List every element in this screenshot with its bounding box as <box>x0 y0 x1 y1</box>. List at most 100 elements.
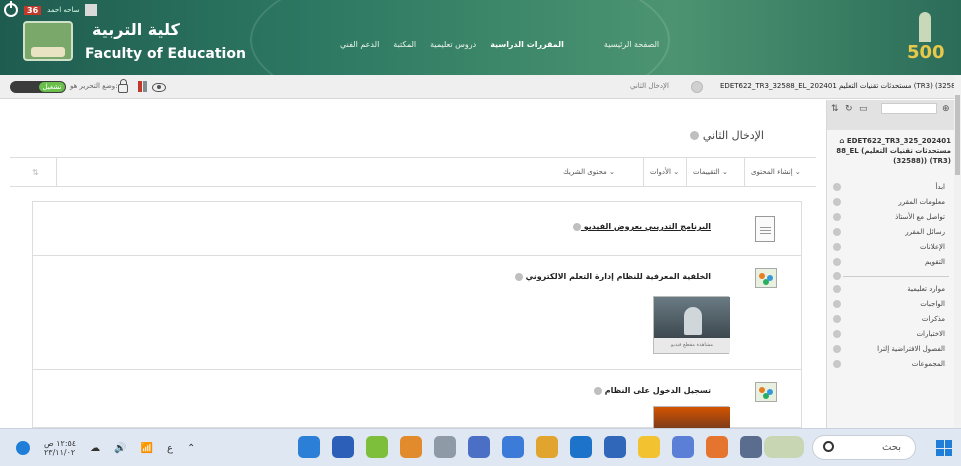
sidebar-item-calendar[interactable]: التقويم <box>827 255 955 270</box>
item-menu-icon[interactable] <box>572 222 581 231</box>
app-icon[interactable] <box>468 436 490 458</box>
item-title[interactable]: تسجيل الدخول على النظام <box>591 386 711 395</box>
item-menu-icon[interactable] <box>593 386 602 395</box>
nav-tutorials[interactable]: دروس تعليمية <box>430 40 476 49</box>
edge-icon[interactable] <box>298 436 320 458</box>
breadcrumb-course[interactable]: EDET622_TR3_32588_EL_202401 مستحدثات تقن… <box>720 82 961 90</box>
chrome-icon[interactable] <box>536 436 558 458</box>
search-input[interactable]: بحث <box>812 435 916 460</box>
chevron-down-icon[interactable] <box>689 131 699 140</box>
college-name-ar: كلية التربية <box>92 20 180 39</box>
calculator-icon[interactable] <box>502 436 524 458</box>
content-toolbar: ⇅ محتوى الشريك ⌄ الأدوات ⌄ التقييمات ⌄ إ… <box>10 157 816 187</box>
windows-start-icon[interactable] <box>936 440 952 456</box>
lock-icon[interactable] <box>118 79 128 93</box>
app-icon[interactable] <box>400 436 422 458</box>
item-menu-icon[interactable] <box>833 243 841 251</box>
sidebar-item-groups[interactable]: المجموعات <box>827 357 955 372</box>
item-menu-icon[interactable] <box>833 300 841 308</box>
window-icon[interactable]: ▭ <box>859 104 869 114</box>
item-menu-icon[interactable] <box>833 330 841 338</box>
paint-icon[interactable] <box>434 436 456 458</box>
item-menu-icon[interactable] <box>833 228 841 236</box>
book-icon[interactable] <box>138 81 142 92</box>
sidebar-item-tests[interactable]: الاختبارات <box>827 327 955 342</box>
build-content-menu[interactable]: إنشاء المحتوى ⌄ <box>751 168 801 176</box>
site-header: 36 ساحه احمد كلية التربية Faculty of Edu… <box>0 0 961 75</box>
item-menu-icon[interactable] <box>833 198 841 206</box>
assessments-menu[interactable]: التقييمات ⌄ <box>693 168 728 176</box>
video-thumbnail[interactable]: مشاهدة مقطع فيديو <box>653 296 730 354</box>
sidebar-item-announcements[interactable]: الإعلانات <box>827 240 955 255</box>
item-menu-icon[interactable] <box>833 213 841 221</box>
app-icon[interactable] <box>706 436 728 458</box>
chevron-up-icon[interactable]: ⌃ <box>187 443 195 454</box>
nav-support[interactable]: الدعم الفني <box>340 40 379 49</box>
item-menu-icon[interactable] <box>833 272 841 280</box>
page-tools <box>118 79 166 93</box>
tools-menu[interactable]: الأدوات ⌄ <box>650 168 679 176</box>
sidebar-item-assignments[interactable]: الواجبات <box>827 297 955 312</box>
item-menu-icon[interactable] <box>833 360 841 368</box>
document-icon <box>755 216 775 242</box>
sort-icon[interactable]: ⇅ <box>32 168 39 177</box>
page-scrollbar[interactable] <box>954 75 961 428</box>
sidebar-item-contact-instructor[interactable]: تواصل مع الأستاذ <box>827 210 955 225</box>
item-title[interactable]: البرنامج التدريبي بعروض الفيديو <box>570 222 711 231</box>
sidebar-item-virtual-classes[interactable]: الفصول الافتراضية إلترا <box>827 342 955 357</box>
sort-icon[interactable]: ⇅ <box>831 104 841 114</box>
item-menu-icon[interactable] <box>833 345 841 353</box>
nav-courses[interactable]: المقررات الدراسية <box>490 40 564 49</box>
power-icon[interactable] <box>4 1 18 17</box>
mail-icon[interactable] <box>570 436 592 458</box>
onedrive-icon[interactable]: ☁ <box>90 443 100 454</box>
notification-badge[interactable]: 36 <box>24 5 42 15</box>
content-list: البرنامج التدريبي بعروض الفيديو الخلفية … <box>32 201 802 429</box>
wifi-icon[interactable]: 📶 <box>141 443 153 454</box>
notification-icon[interactable] <box>16 441 30 455</box>
nav-library[interactable]: المكتبة <box>393 40 416 49</box>
teams-icon[interactable] <box>672 436 694 458</box>
sidebar-item-course-info[interactable]: معلومات المقرر <box>827 195 955 210</box>
item-title[interactable]: الخلفية المعرفية للنظام إدارة التعلم الا… <box>512 272 711 281</box>
word-icon[interactable] <box>332 436 354 458</box>
breadcrumb-current: الإدخال الثاني <box>630 82 669 90</box>
volume-icon[interactable]: 🔊 <box>114 443 126 454</box>
page-title-text: الإدخال الثاني <box>702 129 764 142</box>
item-menu-icon[interactable] <box>833 183 841 191</box>
widgets-icon[interactable] <box>764 436 804 458</box>
item-menu-icon[interactable] <box>514 272 523 281</box>
university-emblem-icon <box>23 21 73 61</box>
file-explorer-icon[interactable] <box>638 436 660 458</box>
sidebar-item-course-messages[interactable]: رسائل المقرر <box>827 225 955 240</box>
course-menu-search[interactable] <box>881 103 937 114</box>
edit-mode-toggle[interactable]: تشغيل <box>10 81 66 93</box>
item-menu-icon[interactable] <box>833 258 841 266</box>
store-icon[interactable] <box>604 436 626 458</box>
user-name[interactable]: ساحه احمد <box>47 6 79 14</box>
course-menu-tools: ⇅ ↻ ▭ ⊕ <box>827 100 955 130</box>
nav-home[interactable]: الصفحة الرئيسية <box>604 40 659 49</box>
app-icon[interactable] <box>366 436 388 458</box>
scrollbar-thumb[interactable] <box>955 95 960 175</box>
course-title[interactable]: ⌂ EDET622_TR3_325_202401 88_EL (مستحدثات… <box>831 136 951 166</box>
item-menu-icon[interactable] <box>833 315 841 323</box>
eye-icon[interactable] <box>152 83 166 92</box>
home-icon: ⌂ <box>839 137 845 145</box>
video-thumbnail[interactable] <box>653 406 730 429</box>
people-icon <box>755 382 777 402</box>
refresh-icon[interactable]: ↻ <box>845 104 855 114</box>
sidebar-item-start[interactable]: ابدأ <box>827 180 955 195</box>
app-icon[interactable] <box>740 436 762 458</box>
clock[interactable]: ١٢:٥٤ ص ٢٣/١١/٠٢ <box>44 439 76 457</box>
language-icon[interactable]: ع <box>167 443 173 454</box>
partner-content-menu[interactable]: محتوى الشريك ⌄ <box>563 168 615 176</box>
add-icon[interactable]: ⊕ <box>942 104 952 114</box>
sidebar-item-learning-resources[interactable]: موارد تعليمية <box>827 282 955 297</box>
sidebar-item-notes[interactable]: مذكرات <box>827 312 955 327</box>
breadcrumb-menu-icon[interactable] <box>691 81 703 93</box>
video-caption: مشاهدة مقطع فيديو <box>654 338 730 353</box>
avatar[interactable] <box>85 4 98 16</box>
logo-number: 500 <box>907 42 945 63</box>
item-menu-icon[interactable] <box>833 285 841 293</box>
